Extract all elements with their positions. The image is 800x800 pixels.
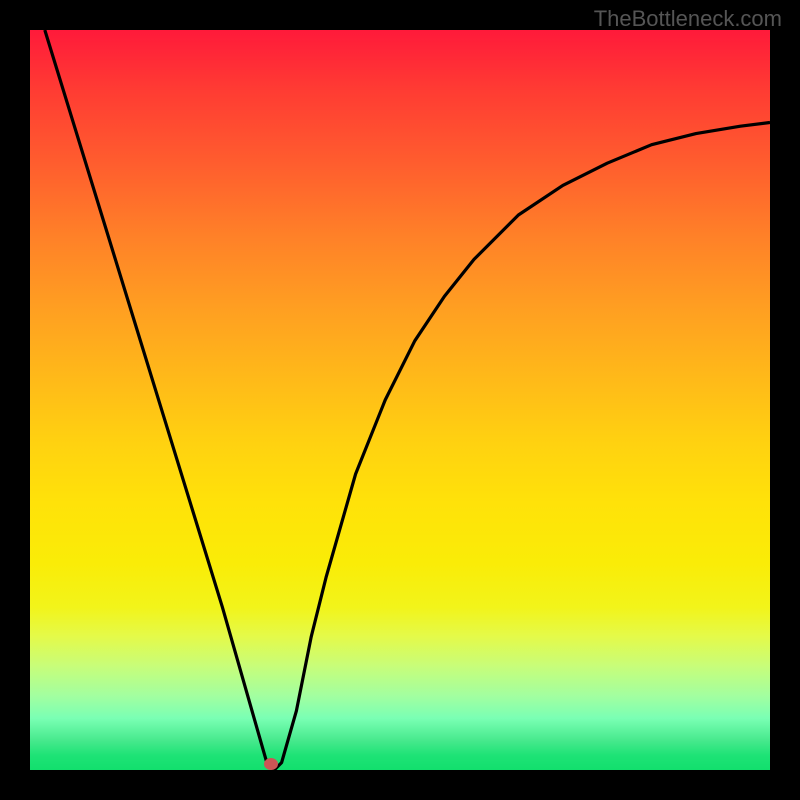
plot-area	[30, 30, 770, 770]
watermark-text: TheBottleneck.com	[594, 6, 782, 32]
minimum-point-marker	[264, 758, 278, 770]
bottleneck-curve	[30, 30, 770, 770]
